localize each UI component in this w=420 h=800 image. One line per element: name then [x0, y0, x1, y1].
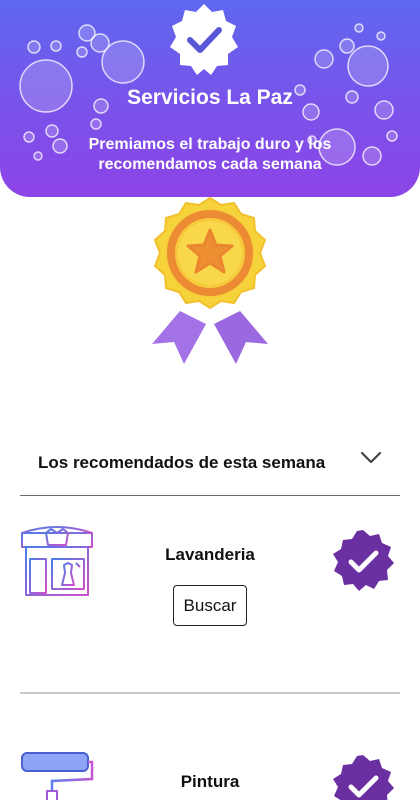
chevron-down-icon [360, 451, 382, 464]
divider [20, 692, 400, 694]
service-name: Lavanderia [165, 545, 255, 564]
service-name: Pintura [180, 772, 240, 791]
page-subtitle: Premiamos el trabajo duro y los recomend… [88, 136, 332, 173]
paint-roller-icon [21, 752, 94, 800]
award-medal-icon [152, 196, 268, 364]
weekly-recommendations-toggle[interactable]: Los recomendados de esta semana [20, 440, 400, 496]
search-button[interactable]: Buscar [173, 585, 247, 626]
laundry-shop-icon [21, 526, 93, 596]
page-title: Servicios La Paz [127, 86, 293, 109]
verified-badge-icon [333, 530, 394, 591]
header-banner: Servicios La Paz Premiamos el trabajo du… [0, 0, 420, 197]
verified-badge-icon [333, 755, 394, 800]
section-title: Los recomendados de esta semana [38, 453, 326, 472]
verified-badge-icon [170, 4, 238, 75]
